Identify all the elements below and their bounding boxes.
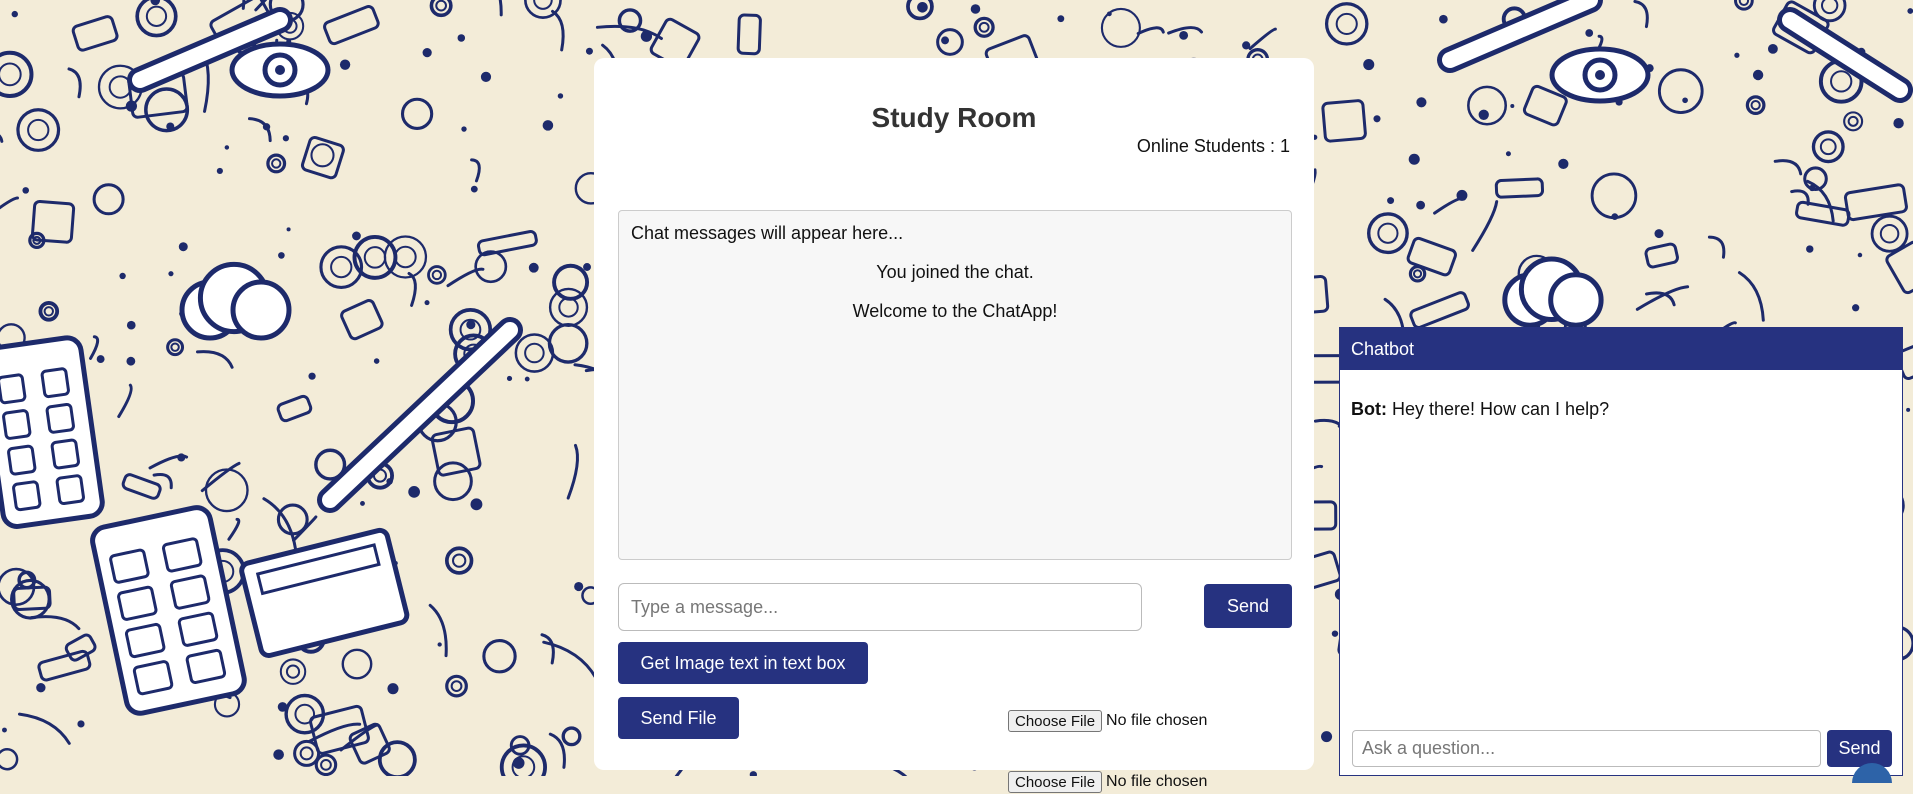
chat-message: Welcome to the ChatApp! — [852, 301, 1058, 321]
online-students-count: 1 — [1279, 136, 1290, 156]
choose-file-button[interactable]: Choose File — [1008, 710, 1103, 732]
online-students: Online Students :1 — [1137, 136, 1290, 157]
send-file-input: Choose File No file chosen — [1008, 770, 1207, 794]
get-image-text-button[interactable]: Get Image text in text box — [618, 642, 868, 684]
bot-sender-label: Bot: — [1351, 399, 1387, 419]
send-message-button[interactable]: Send — [1204, 584, 1292, 628]
online-students-label: Online Students : — [1136, 136, 1275, 156]
chat-messages-box[interactable]: Chat messages will appear here... You jo… — [618, 210, 1292, 560]
page-title: Study Room — [871, 102, 1037, 133]
chat-message: You joined the chat. — [876, 262, 1034, 282]
send-file-button[interactable]: Send File — [618, 697, 739, 739]
chat-placeholder-text: Chat messages will appear here... — [631, 223, 904, 243]
study-room-panel: Study Room Online Students :1 Chat messa… — [594, 58, 1314, 793]
chatbot-header: Chatbot — [1340, 328, 1902, 370]
bot-message-text: Hey there! How can I help? — [1391, 399, 1610, 419]
choose-file-button[interactable]: Choose File — [1008, 771, 1103, 793]
chatbot-question-input[interactable] — [1352, 730, 1821, 767]
file-status-text: No file chosen — [1106, 712, 1208, 729]
chatbot-send-button[interactable]: Send — [1827, 730, 1892, 767]
message-input[interactable] — [618, 583, 1142, 631]
image-file-input: Choose File No file chosen — [1008, 709, 1207, 733]
bot-message: Bot: Hey there! How can I help? — [1351, 399, 1609, 420]
chatbot-panel: Chatbot Bot:Hey there! How can I help? S… — [1339, 327, 1903, 776]
